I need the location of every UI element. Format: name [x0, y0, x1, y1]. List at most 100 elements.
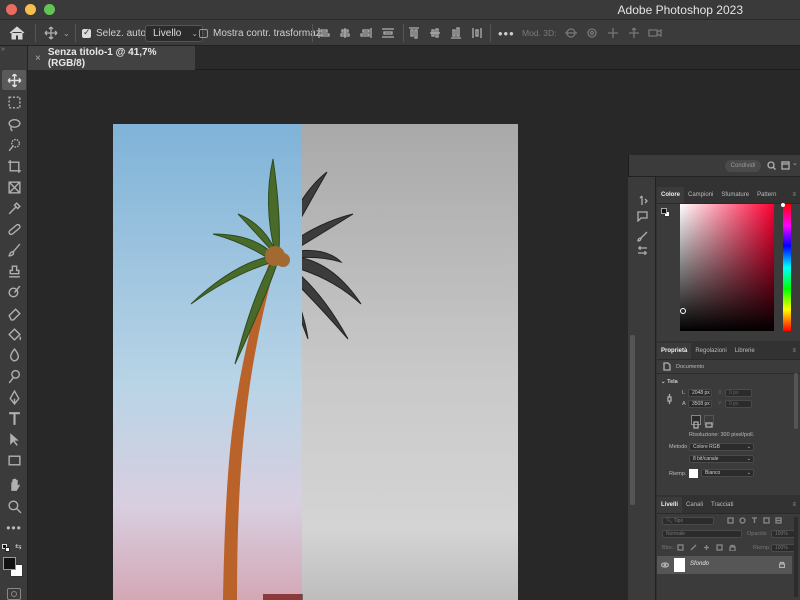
marquee-tool[interactable]	[2, 92, 26, 112]
swap-colors-icon[interactable]: ⇆	[15, 542, 22, 551]
align-center-h-icon[interactable]	[339, 27, 351, 39]
tab-gradients[interactable]: Sfumature	[717, 187, 753, 203]
filter-adjustment-icon[interactable]	[739, 517, 746, 524]
width-field[interactable]: 2048 px	[688, 389, 712, 397]
path-selection-tool[interactable]	[2, 429, 26, 449]
show-transform-checkbox[interactable]: Mostra contr. trasformaz.	[199, 20, 324, 46]
tab-libraries[interactable]: Librerie	[731, 343, 759, 359]
fill-color-swatch[interactable]	[689, 469, 698, 478]
camera-3d-icon[interactable]	[648, 27, 662, 39]
document-canvas-image[interactable]	[113, 124, 518, 600]
tab-layers[interactable]: Livelli	[657, 497, 683, 513]
workspace-icon[interactable]	[781, 161, 790, 170]
x-field[interactable]: 0 px	[725, 389, 752, 397]
foreground-color-swatch[interactable]	[3, 557, 16, 570]
quick-mask-button[interactable]	[7, 588, 21, 600]
panel-menu-icon[interactable]: ≡	[788, 187, 800, 203]
paint-bucket-tool[interactable]	[2, 324, 26, 344]
distribute-button[interactable]	[381, 20, 395, 46]
dodge-tool[interactable]	[2, 366, 26, 386]
orbit-3d-icon[interactable]	[564, 27, 578, 39]
tab-properties[interactable]: Proprietà	[657, 343, 692, 359]
mode-dropdown[interactable]: Colore RGB ⌄	[689, 443, 754, 451]
y-field[interactable]: 0 px	[725, 400, 752, 408]
layers-scrollbar[interactable]	[794, 517, 798, 597]
layer-filter-dropdown[interactable]: 🔍︎ Tipo	[662, 517, 714, 525]
layer-row[interactable]: Sfondo	[657, 556, 792, 574]
brush-tool[interactable]	[2, 240, 26, 260]
link-icon[interactable]	[667, 393, 672, 405]
more-tools-button[interactable]: •••	[2, 518, 26, 538]
eyedropper-tool[interactable]	[2, 198, 26, 218]
more-options-button[interactable]: •••	[498, 20, 515, 46]
pan-3d-icon[interactable]	[606, 27, 620, 39]
lock-pixels-icon[interactable]	[690, 544, 697, 551]
lock-all-icon[interactable]	[729, 544, 736, 551]
lock-transparent-icon[interactable]	[677, 544, 684, 551]
panel-menu-icon[interactable]: ≡	[788, 343, 800, 359]
filter-pixel-icon[interactable]	[727, 517, 734, 524]
move-tool[interactable]	[2, 70, 26, 90]
default-colors-icon[interactable]	[2, 544, 10, 552]
lock-artboard-icon[interactable]	[716, 544, 723, 551]
tab-paths[interactable]: Tracciati	[707, 497, 737, 513]
clone-stamp-tool[interactable]	[2, 261, 26, 281]
chevron-down-icon[interactable]: ⌄	[792, 159, 798, 167]
tab-patterns[interactable]: Pattern	[753, 187, 780, 203]
pen-tool[interactable]	[2, 387, 26, 407]
panel-menu-icon[interactable]: ≡	[788, 497, 800, 513]
color-field[interactable]	[680, 204, 774, 331]
align-left-icon[interactable]	[318, 27, 330, 39]
opacity-field[interactable]: 100%	[771, 530, 795, 538]
tab-color[interactable]: Colore	[657, 187, 685, 203]
align-middle-icon[interactable]	[429, 27, 441, 39]
healing-brush-tool[interactable]	[2, 219, 26, 239]
home-button[interactable]	[9, 20, 25, 46]
slide-3d-icon[interactable]	[627, 27, 641, 39]
collapse-toolbar-icon[interactable]: »	[1, 46, 5, 53]
distribute-vertical-icon[interactable]	[471, 27, 483, 39]
minimize-window-button[interactable]	[25, 4, 36, 15]
portrait-orientation-button[interactable]	[691, 415, 701, 429]
search-icon[interactable]	[767, 161, 776, 170]
height-field[interactable]: 3508 px	[688, 400, 712, 408]
align-top-icon[interactable]	[408, 27, 420, 39]
type-tool[interactable]	[2, 408, 26, 428]
eye-icon[interactable]	[661, 562, 669, 568]
lock-position-icon[interactable]	[703, 544, 710, 551]
blur-tool[interactable]	[2, 345, 26, 365]
hand-tool[interactable]	[2, 474, 26, 494]
auto-select-checkbox[interactable]: Selez. auto:	[82, 20, 149, 46]
crop-tool[interactable]	[2, 156, 26, 176]
tab-adjustments[interactable]: Regolazioni	[691, 343, 730, 359]
blend-mode-dropdown[interactable]: Normale	[662, 530, 742, 538]
hue-slider[interactable]	[781, 203, 791, 331]
close-document-icon[interactable]: ×	[35, 53, 41, 64]
landscape-orientation-button[interactable]	[704, 415, 714, 428]
zoom-window-button[interactable]	[44, 4, 55, 15]
dock-scrollbar[interactable]	[630, 335, 635, 505]
comment-icon[interactable]	[637, 211, 648, 222]
auto-select-target-dropdown[interactable]: Livello ⌄	[145, 20, 204, 46]
rectangle-tool[interactable]	[2, 450, 26, 470]
lasso-tool[interactable]	[2, 114, 26, 134]
align-right-icon[interactable]	[360, 27, 372, 39]
frame-tool[interactable]	[2, 177, 26, 197]
eraser-tool[interactable]	[2, 303, 26, 323]
filter-smart-object-icon[interactable]	[775, 517, 782, 524]
document-tab[interactable]: × Senza titolo-1 @ 41,7% (RGB/8)	[28, 46, 195, 70]
align-bottom-icon[interactable]	[450, 27, 462, 39]
properties-scrollbar[interactable]	[794, 373, 798, 429]
zoom-tool[interactable]	[2, 496, 26, 516]
color-swatches-mini[interactable]	[661, 208, 670, 217]
fill-opacity-field[interactable]: 100%	[771, 544, 795, 552]
filter-type-icon[interactable]	[751, 517, 758, 524]
filter-shape-icon[interactable]	[763, 517, 770, 524]
move-tool-preset[interactable]: ⌄	[44, 20, 70, 46]
share-button[interactable]: Condividi	[725, 160, 761, 172]
color-picker-handle[interactable]	[680, 308, 686, 314]
quick-selection-tool[interactable]	[2, 135, 26, 155]
fill-dropdown[interactable]: Bianco ⌄	[701, 469, 754, 477]
bit-depth-dropdown[interactable]: 8 bit/canale ⌄	[689, 455, 754, 463]
adjustments-icon[interactable]	[637, 245, 648, 256]
